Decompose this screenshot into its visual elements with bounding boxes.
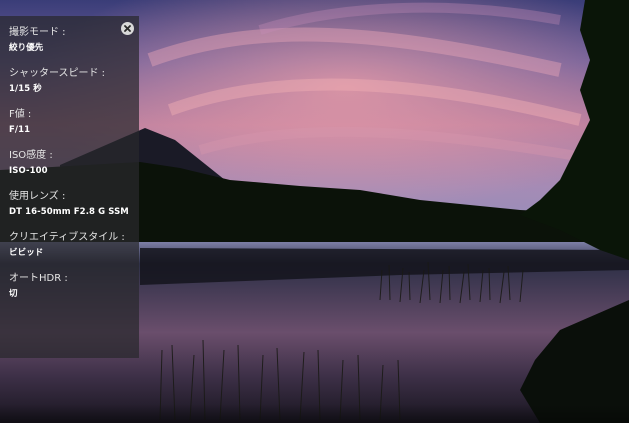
shutter-speed-entry: シャッタースピード : 1/15 秒: [9, 68, 135, 95]
f-number-entry: F値 : F/11: [9, 109, 135, 136]
auto-hdr-value: 切: [9, 289, 18, 299]
photo-viewer: 撮影モード : 絞り優先 シャッタースピード : 1/15 秒 F値 : F/1…: [0, 0, 629, 423]
shutter-speed-label: シャッタースピード :: [9, 68, 106, 79]
shooting-mode-label: 撮影モード :: [9, 27, 66, 38]
auto-hdr-label: オートHDR :: [9, 273, 68, 284]
shooting-mode-entry: 撮影モード : 絞り優先: [9, 27, 135, 54]
creative-style-entry: クリエイティブスタイル : ビビッド: [9, 232, 135, 259]
exif-info-panel: 撮影モード : 絞り優先 シャッタースピード : 1/15 秒 F値 : F/1…: [0, 16, 139, 358]
iso-label: ISO感度 :: [9, 150, 53, 161]
lens-label: 使用レンズ :: [9, 191, 66, 202]
bottom-shade: [0, 404, 629, 423]
shooting-mode-value: 絞り優先: [9, 43, 44, 53]
iso-entry: ISO感度 : ISO-100: [9, 150, 135, 177]
creative-style-value: ビビッド: [9, 248, 44, 258]
creative-style-label: クリエイティブスタイル :: [9, 232, 125, 243]
iso-value: ISO-100: [9, 166, 48, 176]
f-number-value: F/11: [9, 125, 31, 135]
auto-hdr-entry: オートHDR : 切: [9, 273, 135, 300]
f-number-label: F値 :: [9, 109, 32, 120]
lens-value: DT 16-50mm F2.8 G SSM: [9, 207, 129, 217]
shutter-speed-value: 1/15 秒: [9, 84, 42, 94]
lens-entry: 使用レンズ : DT 16-50mm F2.8 G SSM: [9, 191, 135, 218]
